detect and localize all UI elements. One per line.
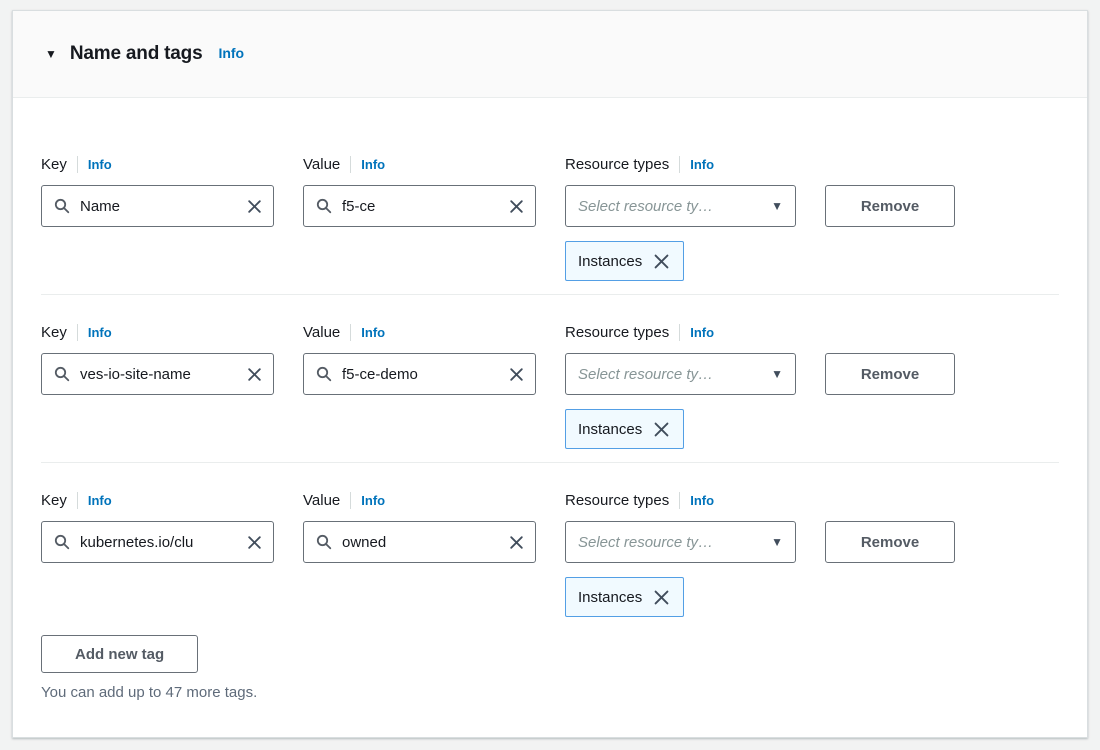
value-field: Value Info bbox=[303, 491, 536, 563]
key-field: Key Info bbox=[41, 323, 274, 395]
panel-info-link[interactable]: Info bbox=[218, 45, 244, 61]
clear-key-button[interactable] bbox=[246, 366, 263, 383]
token-label: Instances bbox=[578, 421, 642, 438]
resource-token: Instances bbox=[565, 409, 684, 449]
resource-types-label: Resource types bbox=[565, 324, 669, 341]
resource-types-field: Resource types Info Select resource ty… … bbox=[565, 323, 796, 449]
tag-row: Key Info Value Info bbox=[41, 155, 1059, 281]
collapse-caret-icon[interactable]: ▼ bbox=[45, 48, 57, 60]
remove-button[interactable]: Remove bbox=[825, 185, 955, 227]
value-field: Value Info bbox=[303, 323, 536, 395]
resource-type-select[interactable]: Select resource ty… ▼ bbox=[565, 353, 796, 395]
row-divider bbox=[41, 462, 1059, 463]
remove-button[interactable]: Remove bbox=[825, 353, 955, 395]
search-icon bbox=[54, 534, 70, 550]
key-label: Key bbox=[41, 156, 67, 173]
clear-value-button[interactable] bbox=[508, 366, 525, 383]
panel-header-toggle[interactable]: ▼ Name and tags Info bbox=[13, 11, 1087, 98]
label-divider bbox=[679, 324, 680, 341]
tags-remaining-text: You can add up to 47 more tags. bbox=[41, 684, 1059, 701]
resource-types-info-link[interactable]: Info bbox=[690, 325, 714, 340]
select-placeholder: Select resource ty… bbox=[578, 366, 713, 383]
tag-row: Key Info Value Info bbox=[41, 323, 1059, 449]
label-divider bbox=[679, 492, 680, 509]
resource-type-select[interactable]: Select resource ty… ▼ bbox=[565, 521, 796, 563]
resource-token: Instances bbox=[565, 241, 684, 281]
remove-column: Remove bbox=[825, 155, 955, 227]
resource-types-field: Resource types Info Select resource ty… … bbox=[565, 491, 796, 617]
remove-column: Remove bbox=[825, 491, 955, 563]
token-label: Instances bbox=[578, 589, 642, 606]
add-new-tag-button[interactable]: Add new tag bbox=[41, 635, 198, 673]
token-dismiss-button[interactable] bbox=[652, 420, 671, 439]
value-input[interactable] bbox=[342, 198, 498, 215]
key-label: Key bbox=[41, 492, 67, 509]
value-input-box bbox=[303, 521, 536, 563]
name-and-tags-panel: ▼ Name and tags Info Key Info Valu bbox=[12, 10, 1088, 738]
label-divider bbox=[77, 492, 78, 509]
key-info-link[interactable]: Info bbox=[88, 493, 112, 508]
clear-value-button[interactable] bbox=[508, 534, 525, 551]
clear-key-button[interactable] bbox=[246, 198, 263, 215]
value-input[interactable] bbox=[342, 534, 498, 551]
value-input-box bbox=[303, 185, 536, 227]
label-divider bbox=[77, 156, 78, 173]
row-divider bbox=[41, 294, 1059, 295]
select-placeholder: Select resource ty… bbox=[578, 198, 713, 215]
value-info-link[interactable]: Info bbox=[361, 157, 385, 172]
panel-body: Key Info Value Info bbox=[13, 98, 1087, 701]
clear-value-button[interactable] bbox=[508, 198, 525, 215]
key-label: Key bbox=[41, 324, 67, 341]
chevron-down-icon: ▼ bbox=[771, 367, 783, 381]
value-input-box bbox=[303, 353, 536, 395]
chevron-down-icon: ▼ bbox=[771, 199, 783, 213]
key-input-box bbox=[41, 353, 274, 395]
value-input[interactable] bbox=[342, 366, 498, 383]
remove-column: Remove bbox=[825, 323, 955, 395]
search-icon bbox=[316, 366, 332, 382]
key-input-box bbox=[41, 521, 274, 563]
token-dismiss-button[interactable] bbox=[652, 588, 671, 607]
value-label: Value bbox=[303, 156, 340, 173]
resource-token: Instances bbox=[565, 577, 684, 617]
resource-types-label: Resource types bbox=[565, 156, 669, 173]
search-icon bbox=[316, 534, 332, 550]
resource-type-select[interactable]: Select resource ty… ▼ bbox=[565, 185, 796, 227]
resource-types-info-link[interactable]: Info bbox=[690, 157, 714, 172]
key-field: Key Info bbox=[41, 491, 274, 563]
token-label: Instances bbox=[578, 253, 642, 270]
remove-button[interactable]: Remove bbox=[825, 521, 955, 563]
select-placeholder: Select resource ty… bbox=[578, 534, 713, 551]
resource-types-info-link[interactable]: Info bbox=[690, 493, 714, 508]
label-divider bbox=[679, 156, 680, 173]
value-label: Value bbox=[303, 324, 340, 341]
chevron-down-icon: ▼ bbox=[771, 535, 783, 549]
token-dismiss-button[interactable] bbox=[652, 252, 671, 271]
key-info-link[interactable]: Info bbox=[88, 325, 112, 340]
value-field: Value Info bbox=[303, 155, 536, 227]
key-info-link[interactable]: Info bbox=[88, 157, 112, 172]
clear-key-button[interactable] bbox=[246, 534, 263, 551]
label-divider bbox=[350, 492, 351, 509]
value-info-link[interactable]: Info bbox=[361, 493, 385, 508]
key-input-box bbox=[41, 185, 274, 227]
label-divider bbox=[350, 156, 351, 173]
label-divider bbox=[350, 324, 351, 341]
search-icon bbox=[54, 198, 70, 214]
search-icon bbox=[316, 198, 332, 214]
panel-title: Name and tags bbox=[70, 43, 203, 65]
tag-row: Key Info Value Info bbox=[41, 491, 1059, 617]
label-divider bbox=[77, 324, 78, 341]
value-label: Value bbox=[303, 492, 340, 509]
value-info-link[interactable]: Info bbox=[361, 325, 385, 340]
key-input[interactable] bbox=[80, 534, 236, 551]
key-input[interactable] bbox=[80, 198, 236, 215]
resource-types-label: Resource types bbox=[565, 492, 669, 509]
key-field: Key Info bbox=[41, 155, 274, 227]
resource-types-field: Resource types Info Select resource ty… … bbox=[565, 155, 796, 281]
key-input[interactable] bbox=[80, 366, 236, 383]
search-icon bbox=[54, 366, 70, 382]
